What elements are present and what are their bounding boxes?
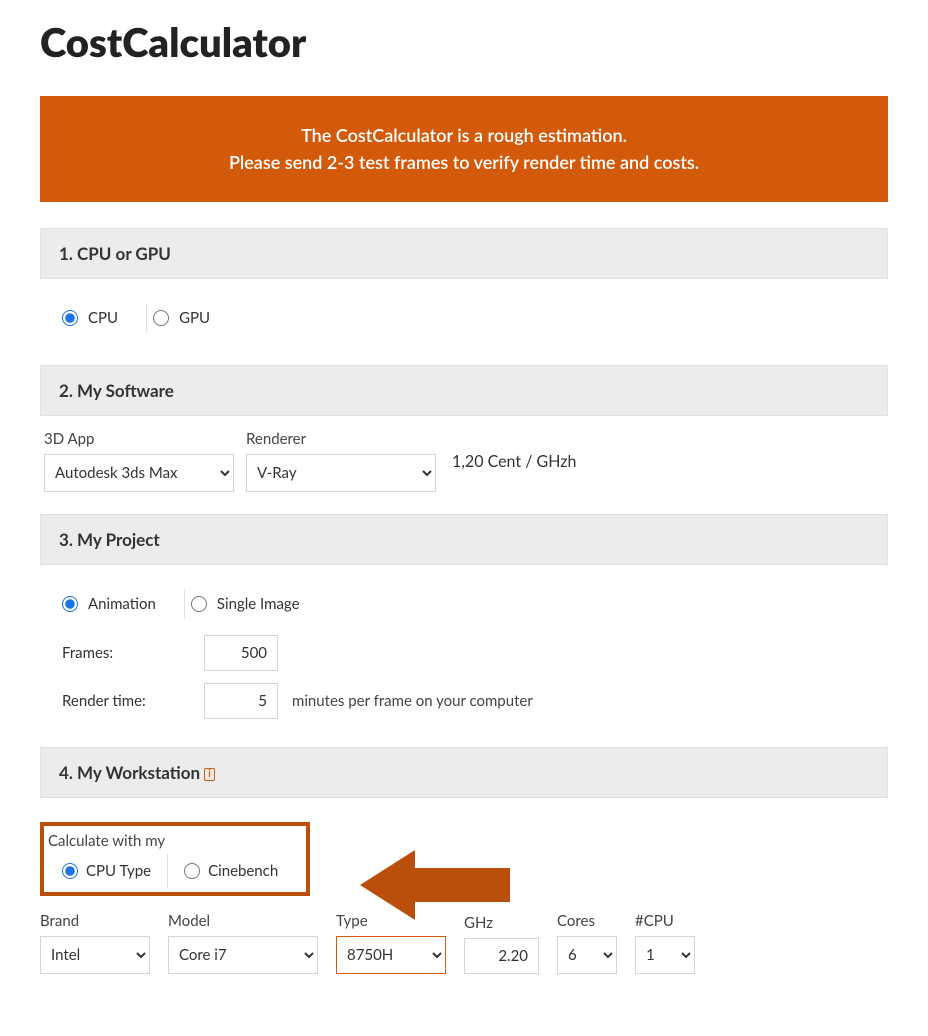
ghz-input[interactable] — [464, 938, 539, 974]
page-title: CostCalculator — [40, 18, 888, 66]
divider — [184, 589, 185, 619]
banner-line2: Please send 2-3 test frames to verify re… — [60, 149, 868, 176]
app-label: 3D App — [44, 430, 234, 448]
single-image-radio-label: Single Image — [217, 595, 300, 613]
single-image-radio[interactable] — [191, 596, 207, 612]
model-select[interactable]: Core i7 — [168, 936, 318, 974]
section-1-header: 1. CPU or GPU — [40, 228, 888, 279]
renderer-label: Renderer — [246, 430, 436, 448]
cpu-type-radio-label: CPU Type — [86, 862, 151, 880]
section-2-header: 2. My Software — [40, 365, 888, 416]
model-label: Model — [168, 912, 318, 930]
brand-select[interactable]: Intel — [40, 936, 150, 974]
cores-select[interactable]: 6 — [557, 936, 617, 974]
section-3-header: 3. My Project — [40, 514, 888, 565]
animation-radio[interactable] — [62, 596, 78, 612]
numcpu-select[interactable]: 1 — [635, 936, 695, 974]
cpu-radio[interactable] — [62, 310, 78, 326]
rendertime-after: minutes per frame on your computer — [292, 692, 533, 710]
renderer-select[interactable]: V-Ray — [246, 454, 436, 492]
type-select[interactable]: 8750H — [336, 936, 446, 974]
calc-mode-label: Calculate with my — [48, 832, 302, 850]
section-4-header: 4. My Workstation i — [40, 747, 888, 798]
frames-label: Frames: — [62, 644, 190, 662]
cinebench-radio-label: Cinebench — [208, 862, 278, 880]
callout-arrow-icon — [360, 850, 510, 920]
info-icon[interactable]: i — [204, 768, 215, 781]
cores-label: Cores — [557, 912, 617, 930]
brand-label: Brand — [40, 912, 150, 930]
price-text: 1,20 Cent / GHzh — [448, 444, 580, 479]
divider — [146, 303, 147, 333]
cpu-radio-label: CPU — [88, 309, 118, 327]
frames-input[interactable] — [204, 635, 278, 671]
gpu-radio-label: GPU — [179, 309, 210, 327]
cpu-type-radio[interactable] — [62, 863, 78, 879]
animation-radio-label: Animation — [88, 595, 156, 613]
calc-mode-box: Calculate with my CPU Type Cinebench — [40, 822, 310, 896]
section-4-header-text: 4. My Workstation — [59, 762, 200, 783]
rendertime-label: Render time: — [62, 692, 190, 710]
rendertime-input[interactable] — [204, 683, 278, 719]
divider — [167, 854, 168, 888]
numcpu-label: #CPU — [635, 912, 695, 930]
info-banner: The CostCalculator is a rough estimation… — [40, 96, 888, 202]
banner-line1: The CostCalculator is a rough estimation… — [60, 122, 868, 149]
app-select[interactable]: Autodesk 3ds Max — [44, 454, 234, 492]
cinebench-radio[interactable] — [184, 863, 200, 879]
gpu-radio[interactable] — [153, 310, 169, 326]
